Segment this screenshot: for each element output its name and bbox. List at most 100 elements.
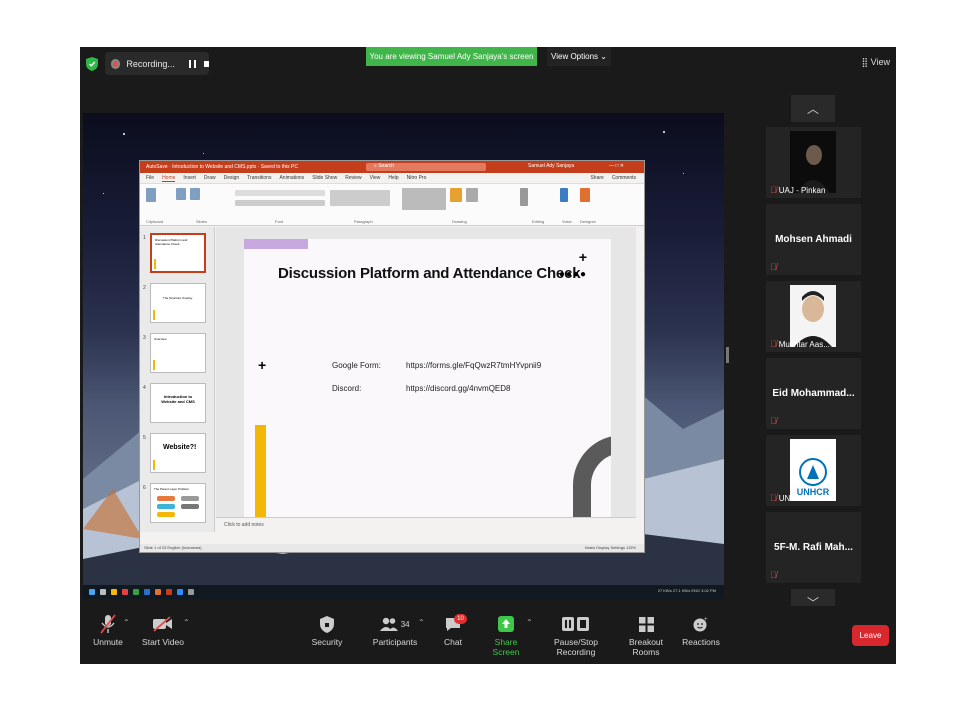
ribbon-group-designer: Designer — [580, 219, 597, 224]
current-slide[interactable]: + Discussion Platform and Attendance Che… — [244, 239, 611, 517]
audio-options-caret[interactable]: ⌃ — [123, 618, 130, 627]
shield-icon[interactable] — [86, 57, 98, 71]
windows-start-icon[interactable] — [89, 589, 95, 595]
pause-recording-icon[interactable] — [188, 59, 196, 68]
reuse-slides-icon[interactable] — [190, 188, 200, 200]
zoom-taskbar-icon[interactable] — [177, 589, 183, 595]
pause-stop-recording-button[interactable]: Pause/Stop Recording — [538, 614, 614, 657]
grid-icon: ⣿ — [861, 57, 869, 67]
svg-text:+: + — [704, 617, 708, 623]
star — [663, 131, 665, 133]
reactions-icon: + — [682, 614, 720, 634]
find-replace-icon[interactable] — [520, 188, 528, 206]
menu-file[interactable]: File — [146, 175, 154, 181]
slide-thumb-3[interactable]: Overview — [150, 333, 206, 373]
participant-tile[interactable]: 5F-M. Rafi Mah... 🎙̸ — [766, 512, 861, 583]
security-button[interactable]: Security — [310, 614, 344, 647]
font-box[interactable] — [235, 190, 325, 196]
view-label: View — [870, 57, 890, 67]
menu-transitions[interactable]: Transitions — [247, 175, 271, 181]
ppt-ribbon: Clipboard Slides Font Paragraph Drawing … — [140, 184, 644, 226]
unhcr-logo: UNHCR — [790, 439, 836, 501]
paragraph-icons[interactable] — [330, 190, 390, 206]
participant-tile[interactable]: 🎙̸ Mukhtar Aas... — [766, 281, 861, 352]
slide-thumb-4[interactable]: Introduction to Website and CMS — [150, 383, 206, 423]
shield-icon — [310, 614, 344, 634]
font-format-icons[interactable] — [235, 200, 325, 206]
gallery-up-button[interactable]: ︿ — [791, 95, 835, 122]
powerpoint-taskbar-icon[interactable] — [166, 589, 172, 595]
slide-thumb-6[interactable]: The Parent Layer Problem — [150, 483, 206, 523]
ppt-search-box[interactable]: ⌕ Search — [366, 163, 486, 171]
unmute-button[interactable]: Unmute — [90, 614, 126, 647]
video-options-caret[interactable]: ⌃ — [183, 618, 190, 627]
ppt-comments-button[interactable]: Comments — [612, 175, 636, 181]
slide-grey-arc — [573, 435, 611, 517]
participants-button[interactable]: 34 Participants — [370, 614, 420, 647]
resize-handle[interactable] — [726, 347, 729, 363]
share-screen-label: Share Screen — [492, 637, 520, 657]
participant-tile[interactable]: Eid Mohammad... 🎙̸ — [766, 358, 861, 429]
participants-options-caret[interactable]: ⌃ — [418, 618, 425, 627]
menu-slide-show[interactable]: Slide Show — [312, 175, 337, 181]
shapes-gallery[interactable] — [402, 188, 446, 210]
participant-name: UAJ - Pinkan — [778, 185, 826, 195]
meeting-toolbar: Unmute ⌃ Start Video ⌃ Security 34 Parti… — [80, 606, 896, 664]
ppt-share-button[interactable]: Share — [590, 175, 603, 181]
ppt-title: AutoSave · Introduction to Website and C… — [146, 164, 298, 170]
dots-decoration: ●●●● — [558, 269, 587, 280]
menu-design[interactable]: Design — [224, 175, 240, 181]
google-form-link[interactable]: https://forms.gle/FqQwzR7tmHYvpnii9 — [406, 361, 541, 370]
quick-styles-icon[interactable] — [466, 188, 478, 202]
paste-icon[interactable] — [146, 188, 156, 202]
ribbon-group-editing: Editing — [532, 219, 545, 224]
new-slide-icon[interactable] — [176, 188, 186, 200]
menu-draw[interactable]: Draw — [204, 175, 216, 181]
ppt-status-bar: Slide 1 of 23 English (Indonesia) Notes D… — [140, 544, 644, 552]
slide-thumb-5[interactable]: Website?! — [150, 433, 206, 473]
discord-link[interactable]: https://discord.gg/4nvmQED8 — [406, 384, 511, 393]
participant-tile[interactable]: Mohsen Ahmadi 🎙̸ — [766, 204, 861, 275]
search-icon[interactable] — [100, 589, 106, 595]
window-controls[interactable]: — □ ✕ — [609, 163, 624, 169]
app-icon[interactable] — [122, 589, 128, 595]
dictate-icon[interactable] — [560, 188, 568, 202]
share-options-caret[interactable]: ⌃ — [526, 618, 533, 627]
menu-nitro-pro[interactable]: Nitro Pro — [407, 175, 427, 181]
notes-pane[interactable]: Click to add notes — [216, 517, 636, 532]
file-explorer-icon[interactable] — [111, 589, 117, 595]
app-icon[interactable] — [144, 589, 150, 595]
menu-insert[interactable]: Insert — [183, 175, 196, 181]
ribbon-group-voice: Voice — [562, 219, 572, 224]
participant-photo — [790, 285, 836, 347]
ppt-title-bar: AutoSave · Introduction to Website and C… — [140, 161, 644, 173]
participant-caption: 🎙̸ UNHCR Indo... — [770, 493, 832, 503]
menu-review[interactable]: Review — [345, 175, 361, 181]
view-options-label: View Options — [551, 52, 599, 61]
menu-home[interactable]: Home — [162, 175, 176, 182]
app-icon[interactable] — [188, 589, 194, 595]
share-screen-button[interactable]: Share Screen — [483, 614, 529, 657]
slide-thumb-2[interactable]: The Structure Overlay — [150, 283, 206, 323]
arrange-icon[interactable] — [450, 188, 462, 202]
participant-tile[interactable]: 🎙̸ UAJ - Pinkan — [766, 127, 861, 198]
participant-caption: 🎙̸ — [770, 416, 777, 426]
menu-view[interactable]: View — [370, 175, 381, 181]
breakout-rooms-button[interactable]: Breakout Rooms — [618, 614, 674, 657]
slide-thumb-1[interactable]: Discussion Platform and Attendance Check — [150, 233, 206, 273]
stop-recording-icon[interactable] — [203, 60, 209, 67]
app-icon[interactable] — [133, 589, 139, 595]
view-button[interactable]: ⣿ View — [862, 57, 890, 68]
leave-button[interactable]: Leave — [852, 625, 889, 646]
ribbon-group-paragraph: Paragraph — [354, 219, 373, 224]
design-ideas-icon[interactable] — [580, 188, 590, 202]
app-icon[interactable] — [155, 589, 161, 595]
view-options-button[interactable]: View Options ⌄ — [547, 47, 611, 66]
reactions-button[interactable]: + Reactions — [682, 614, 720, 647]
menu-animations[interactable]: Animations — [279, 175, 304, 181]
start-video-button[interactable]: Start Video — [142, 614, 184, 647]
menu-help[interactable]: Help — [388, 175, 398, 181]
recording-indicator: Recording... — [105, 52, 209, 75]
participant-tile[interactable]: UNHCR 🎙̸ UNHCR Indo... — [766, 435, 861, 506]
mic-muted-icon: 🎙̸ — [770, 570, 777, 580]
